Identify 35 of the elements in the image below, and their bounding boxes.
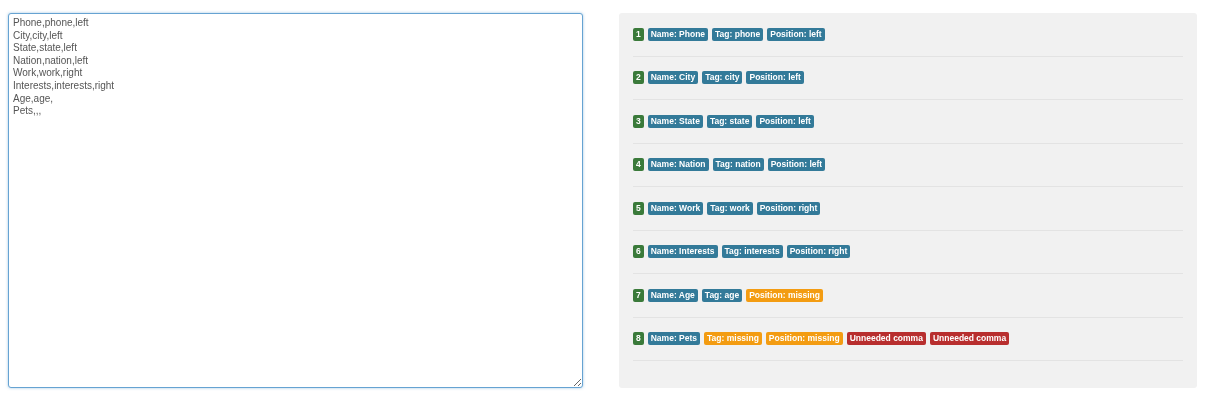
line-number: 8 [633,332,644,346]
result-label: Tag: nation [712,158,764,172]
result-label: Position: missing [765,332,843,346]
result-label: Position: left [746,71,804,85]
line-number: 4 [633,158,644,172]
result-label: Name: Age [647,288,698,302]
line-number: 3 [633,114,644,128]
line-number: 5 [633,201,644,215]
result-label: Unneeded comma [846,332,926,346]
result-label: Position: right [786,245,851,259]
result-label: Position: left [756,114,814,128]
text-editor[interactable]: Phone,phone,left City,city,left State,state,left Nation,nation,left Work,work,right Interests,interests,right Age,age, Pets,,, [8,13,583,388]
line-number: 2 [633,71,644,85]
result-label: Tag: state [706,114,753,128]
result-label: Tag: missing [704,332,762,346]
result-label: Name: Nation [647,158,709,172]
result-label: Position: right [756,201,821,215]
line-number: 1 [633,27,644,41]
result-label: Tag: phone [712,27,764,41]
result-label: Unneeded comma [929,332,1010,346]
result-label: Name: Interests [647,245,718,259]
result-label: Tag: city [702,71,743,85]
result-label: Name: Work [647,201,704,215]
result-label: Name: State [647,114,703,128]
line-number: 7 [633,288,644,302]
result-label: Name: Pets [647,332,701,346]
result-label: Tag: work [707,201,753,215]
result-label: Position: left [767,158,826,172]
result-label: Position: left [767,27,825,41]
result-label: Name: City [647,71,699,85]
line-number: 6 [633,245,644,259]
result-label: Tag: age [701,288,743,302]
result-label: Position: missing [746,288,823,302]
result-label: Tag: interests [721,245,783,259]
result-label: Name: Phone [647,27,709,41]
